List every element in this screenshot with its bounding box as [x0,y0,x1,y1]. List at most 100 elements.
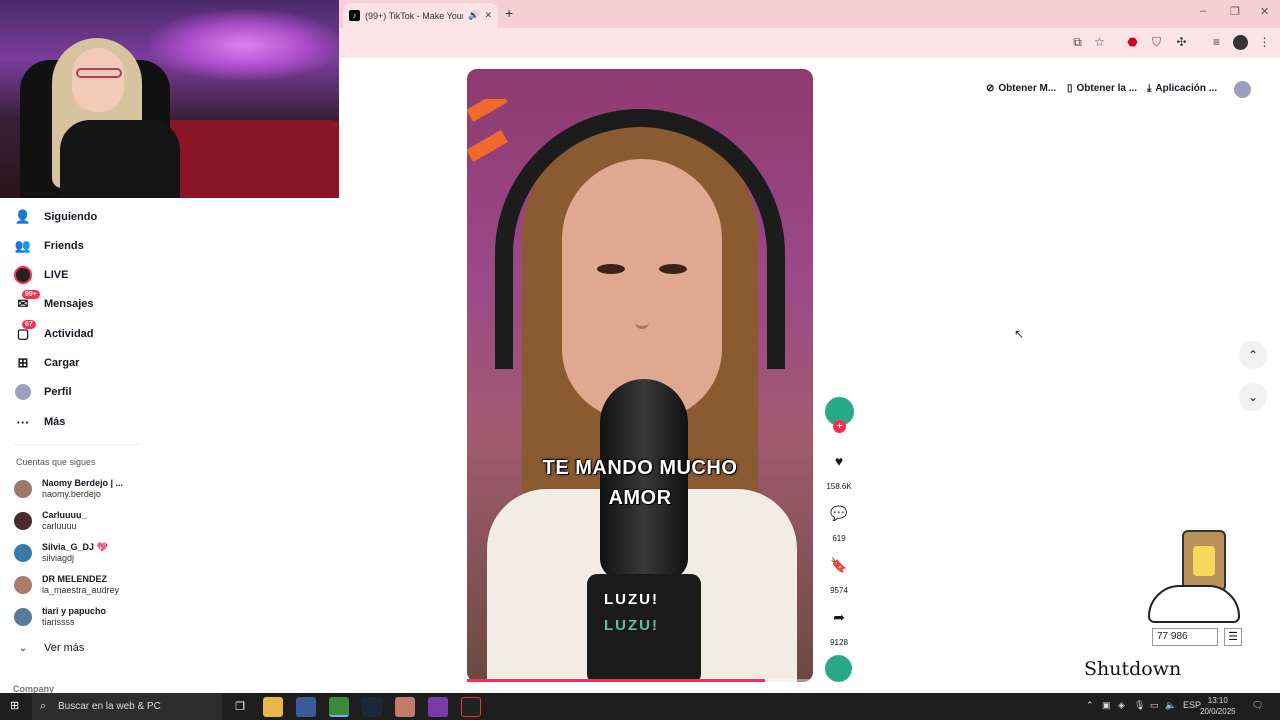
microphone-tray-icon[interactable]: 🎙 [1134,700,1145,711]
account-username: carluuuu [42,521,77,531]
video-caption-line2: AMOR [608,487,672,509]
clock-date: 20/0/2025 [1200,707,1236,716]
messages-badge: 99+ [22,290,40,299]
chrome-icon[interactable] [329,697,349,717]
extensions-puzzle-icon[interactable]: ✣ [1174,35,1189,50]
desktop-app-button[interactable]: ⤓ Aplicación ... [1147,83,1217,94]
avatar [14,608,32,626]
windows-start-icon[interactable]: ⊞ [10,700,23,713]
sidebar-item-mas[interactable]: ··· Más [14,412,66,432]
follow-plus-button[interactable]: + [833,420,846,433]
followed-account[interactable]: Carluuuu_ carluuuu [14,510,87,532]
tray-app-icon[interactable]: ▣ [1102,700,1111,711]
comment-count: 619 [832,534,846,543]
store-icon[interactable] [296,697,316,717]
tiktok-sidebar: 👤 Siguiendo 👥 Friends LIVE ✉ 99+ Mensajes… [0,198,160,694]
luzu-logo: LUZU! [604,591,659,608]
get-coins-button[interactable]: ⊘ Obtener M... [986,83,1056,94]
search-placeholder: Buscar en la web & PC [58,701,161,712]
volume-icon[interactable]: 🔈 [1165,700,1176,711]
account-username: naomy.berdejo [42,489,101,499]
sidebar-item-mensajes[interactable]: ✉ 99+ Mensajes [14,290,94,314]
profile-avatar-icon[interactable] [1233,35,1248,50]
app-icon[interactable] [395,697,415,717]
comment-icon[interactable]: 💬 [826,500,852,526]
user-avatar[interactable] [1234,81,1251,98]
discord-icon[interactable] [428,697,448,717]
close-window-button[interactable]: ✕ [1260,5,1269,18]
account-username: la_maestra_audrey [42,585,120,595]
desktop-app-label: Aplicación ... [1155,83,1218,94]
video-player[interactable]: TE MANDO MUCHO AMOR LUZU! LUZU! [467,69,813,682]
tray-chevron-up-icon[interactable]: ⌃ [1086,700,1094,711]
sidebar-item-live[interactable]: LIVE [14,265,68,285]
windows-taskbar: ⊞ ⌕ Buscar en la web & PC ❐ ⌃ ▣ ◈ 🎙 ▭ 🔈 … [0,693,1280,720]
adblock-icon[interactable]: ⬣ [1125,35,1140,50]
next-video-chevron-down-icon[interactable]: ⌄ [1239,383,1267,411]
sidebar-item-siguiendo[interactable]: 👤 Siguiendo [14,207,97,227]
followed-account[interactable]: Silvia_G_DJ 💖 silviagdj [14,542,108,564]
mouse-cursor-icon: ↖ [1014,327,1025,341]
task-view-icon[interactable]: ❐ [230,697,250,717]
activity-badge: 67 [22,320,36,329]
video-progress-bar[interactable] [467,679,813,682]
share-count: 9128 [830,638,848,647]
sidebar-divider [14,444,142,445]
shutdown-counter: 77 986 [1152,628,1218,646]
following-section-title: Cuentas que sigues [16,457,96,467]
clock-time: 13:10 [1207,696,1228,705]
streamer-shirt [60,120,180,198]
bookmark-star-icon[interactable]: ☆ [1092,35,1107,50]
shield-extension-icon[interactable]: ⛉ [1149,35,1164,50]
profile-icon [14,383,32,401]
like-heart-icon[interactable]: ♥ [826,448,852,474]
followed-account[interactable]: tiari y papucho tiarissss [14,606,106,628]
music-disc-icon[interactable] [824,654,853,683]
followed-account[interactable]: Naomy Berdejo | ... naomy.berdejo [14,478,123,500]
tray-app-icon[interactable]: ◈ [1118,700,1125,711]
see-more-label: Ver más [44,642,85,654]
notifications-icon[interactable]: 🗨 [1252,700,1263,711]
get-app-button[interactable]: ▯ Obtener la ... [1067,83,1137,94]
language-indicator[interactable]: ESP [1183,700,1201,710]
get-app-label: Obtener la ... [1076,83,1138,94]
sidebar-item-friends[interactable]: 👥 Friends [14,236,84,256]
sidebar-item-actividad[interactable]: ▢ 67 Actividad [14,320,94,344]
streamer-glasses [76,68,122,78]
new-tab-button[interactable]: + [505,5,513,21]
obs-icon[interactable] [461,697,481,717]
browser-toolbar: ⧉ ☆ ⬣ ⛉ ✣ ≡ ⋮ [339,28,1280,58]
webcam-overlay [0,0,339,198]
upload-icon: ⊞ [17,355,29,370]
download-icon: ⤓ [1147,83,1152,94]
chevron-down-icon: ⌄ [18,642,28,654]
previous-video-chevron-up-icon[interactable]: ⌃ [1239,341,1267,369]
speaker-icon[interactable]: 🔊 [468,10,479,21]
file-explorer-icon[interactable] [263,697,283,717]
sidebar-item-cargar[interactable]: ⊞ Cargar [14,353,80,373]
browser-tab[interactable]: ♪ (99+) TikTok - Make Your Day 🔊 ✕ [343,3,498,28]
share-arrow-icon[interactable]: ➦ [826,604,852,630]
taskbar-search[interactable]: ⌕ Buscar en la web & PC [32,693,222,720]
presenter-nose [635,299,649,329]
steam-icon[interactable] [362,697,382,717]
presenter-eye [659,264,687,274]
close-tab-icon[interactable]: ✕ [484,10,492,21]
luzu-logo-reflection: LUZU! [604,617,659,634]
media-controls-icon[interactable]: ≡ [1209,35,1224,50]
more-icon: ··· [16,414,30,430]
maximize-button[interactable]: ❐ [1230,5,1240,18]
taskbar-clock[interactable]: 13:10 20/0/2025 [1200,695,1236,717]
browser-menu-icon[interactable]: ⋮ [1257,35,1272,50]
followed-account[interactable]: DR MELENDEZ la_maestra_audrey [14,574,119,596]
minimize-button[interactable]: – [1200,5,1206,17]
sidebar-item-label: Perfil [44,386,72,398]
widget-menu-button[interactable]: ☰ [1224,628,1242,646]
install-app-icon[interactable]: ⧉ [1070,35,1085,50]
account-name: DR MELENDEZ [42,574,107,584]
sidebar-item-perfil[interactable]: Perfil [14,382,72,402]
bookmark-icon[interactable]: 🔖 [826,552,852,578]
see-more-button[interactable]: ⌄ Ver más [14,638,85,658]
lantern-icon [1182,530,1226,592]
network-icon[interactable]: ▭ [1150,700,1159,711]
